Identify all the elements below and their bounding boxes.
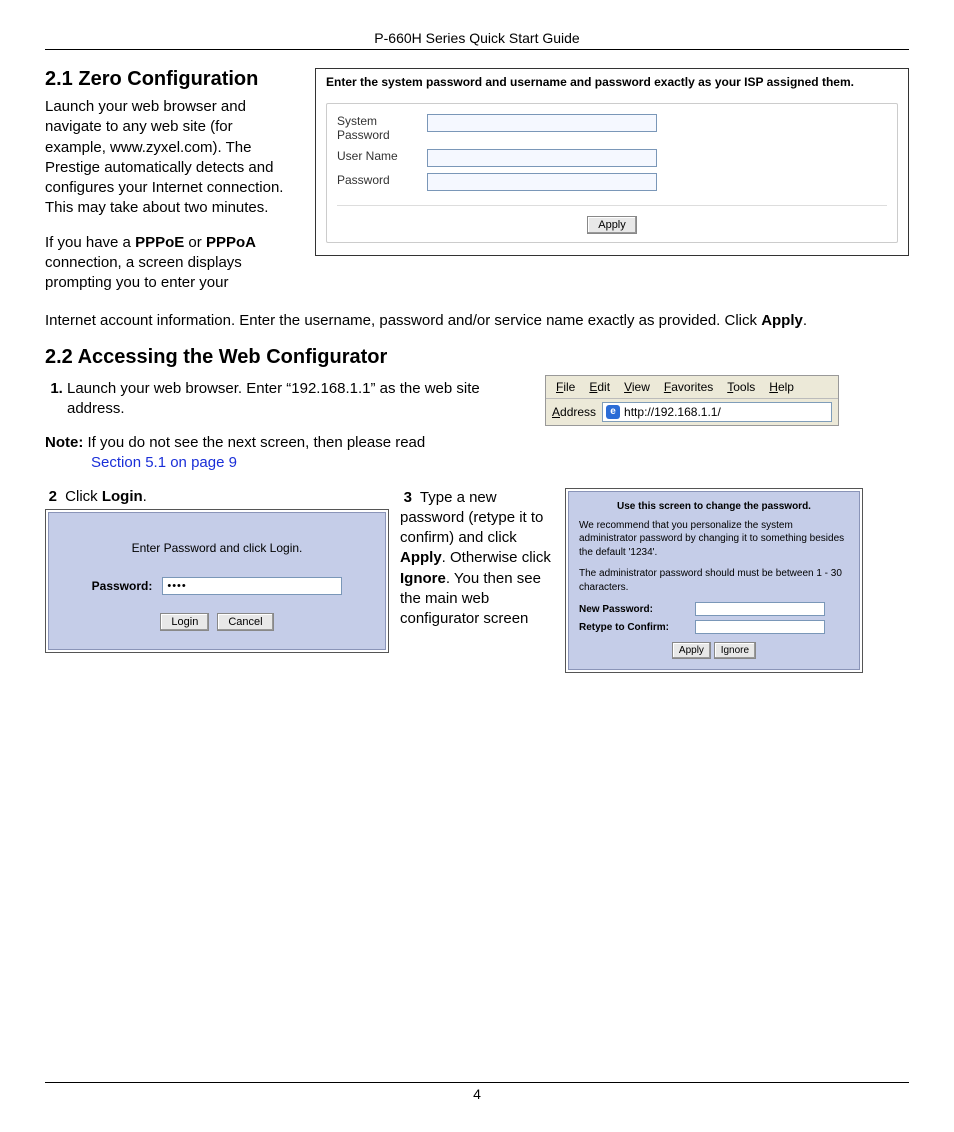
login-screenshot: Enter Password and click Login. Password…	[45, 509, 389, 653]
browser-screenshot: File Edit View Favorites Tools Help Addr…	[545, 375, 839, 426]
address-value: http://192.168.1.1/	[624, 405, 721, 419]
chpw-title: Use this screen to change the password.	[579, 500, 849, 513]
address-label: Address	[552, 405, 596, 419]
password-input[interactable]	[427, 173, 657, 191]
login-password-label: Password:	[92, 579, 153, 593]
chpw-line1: We recommend that you personalize the sy…	[579, 519, 849, 560]
system-password-label: System Password	[337, 114, 417, 143]
note-link[interactable]: Section 5.1 on page 9	[91, 454, 237, 471]
heading-2-1: 2.1 Zero Configuration	[45, 68, 295, 91]
chpw-apply-button[interactable]: Apply	[672, 642, 711, 659]
login-title: Enter Password and click Login.	[69, 541, 365, 555]
login-password-input[interactable]	[162, 577, 342, 595]
heading-2-2: 2.2 Accessing the Web Configurator	[45, 346, 909, 369]
paragraph-2-1-b: If you have a PPPoE or PPPoA connection,…	[45, 233, 295, 294]
change-password-screenshot: Use this screen to change the password. …	[565, 488, 863, 674]
paragraph-2-1-a: Launch your web browser and navigate to …	[45, 97, 295, 219]
menu-tools[interactable]: Tools	[727, 380, 755, 394]
document-header: P-660H Series Quick Start Guide	[45, 30, 909, 50]
login-button[interactable]: Login	[160, 613, 209, 631]
password-label: Password	[337, 173, 417, 187]
username-label: User Name	[337, 149, 417, 163]
cancel-button[interactable]: Cancel	[217, 613, 273, 631]
ie-icon: e	[606, 405, 620, 419]
menu-help[interactable]: Help	[769, 380, 794, 394]
menu-edit[interactable]: Edit	[589, 380, 610, 394]
menu-favorites[interactable]: Favorites	[664, 380, 713, 394]
new-password-input[interactable]	[695, 602, 825, 616]
page-number: 4	[45, 1082, 909, 1102]
isp-instruction: Enter the system password and username a…	[326, 75, 898, 97]
step-2: 2 Click Login.	[45, 488, 390, 505]
menu-file[interactable]: File	[556, 380, 575, 394]
step-3: 3 Type a new password (retype it to conf…	[400, 488, 555, 630]
step-1: Launch your web browser. Enter “192.168.…	[67, 379, 515, 420]
username-input[interactable]	[427, 149, 657, 167]
menu-view[interactable]: View	[624, 380, 650, 394]
apply-button[interactable]: Apply	[587, 216, 637, 234]
new-password-label: New Password:	[579, 603, 687, 616]
retype-password-label: Retype to Confirm:	[579, 621, 687, 634]
system-password-input[interactable]	[427, 114, 657, 132]
browser-menu-bar: File Edit View Favorites Tools Help	[546, 376, 838, 399]
paragraph-2-1-c: Internet account information. Enter the …	[45, 311, 909, 331]
address-input[interactable]: e http://192.168.1.1/	[602, 402, 832, 422]
note: Note: If you do not see the next screen,…	[45, 433, 515, 474]
chpw-ignore-button[interactable]: Ignore	[714, 642, 756, 659]
retype-password-input[interactable]	[695, 620, 825, 634]
isp-credentials-screenshot: Enter the system password and username a…	[315, 68, 909, 256]
chpw-line2: The administrator password should must b…	[579, 567, 849, 594]
